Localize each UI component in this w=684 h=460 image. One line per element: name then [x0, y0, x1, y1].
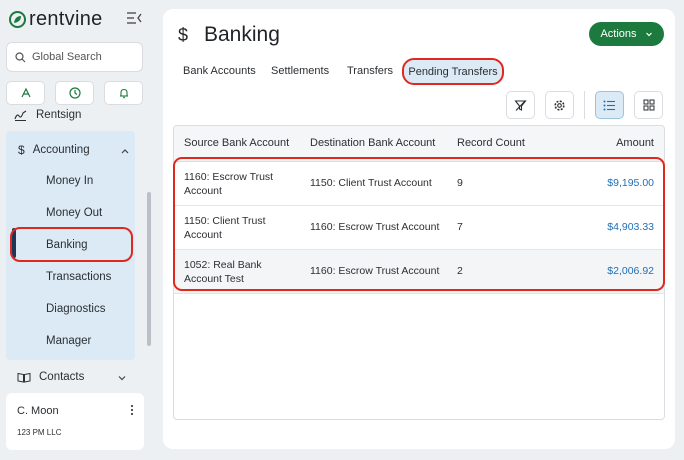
signature-icon — [20, 87, 31, 98]
leaf-logo-icon — [9, 10, 26, 28]
collapse-sidebar-icon[interactable] — [126, 11, 142, 25]
clock-icon — [68, 87, 81, 99]
destination-account-cell: 1160: Escrow Trust Account — [310, 265, 440, 277]
tab-pending-transfers[interactable]: Pending Transfers — [402, 58, 504, 85]
sidebar-item-money-in[interactable]: Money In — [46, 175, 93, 187]
source-account-cell: 1160: Escrow Trust Account — [184, 171, 274, 197]
clear-filter-button[interactable] — [506, 91, 535, 119]
sidebar-item-manager[interactable]: Manager — [46, 335, 91, 347]
kebab-menu-icon[interactable] — [130, 404, 134, 416]
signature-icon — [14, 110, 27, 121]
column-header-record-count[interactable]: Record Count — [457, 137, 525, 149]
column-header-destination[interactable]: Destination Bank Account — [310, 137, 435, 149]
sidebar-item-accounting[interactable]: $ Accounting — [18, 143, 130, 157]
user-card[interactable]: C. Moon 123 PM LLC — [6, 393, 144, 450]
actions-button[interactable]: Actions — [589, 22, 664, 46]
settings-button[interactable] — [545, 91, 574, 119]
sidebar-item-money-out[interactable]: Money Out — [46, 207, 102, 219]
sidebar-item-label: Accounting — [32, 144, 90, 156]
destination-account-cell: 1150: Client Trust Account — [310, 177, 432, 189]
search-input[interactable] — [32, 51, 142, 63]
sidebar-item-label: Rentsign — [36, 109, 82, 121]
chevron-up-icon — [121, 149, 129, 154]
column-header-source[interactable]: Source Bank Account — [184, 137, 289, 149]
column-header-amount[interactable]: Amount — [616, 137, 654, 149]
page-title: $ Banking — [178, 23, 280, 47]
rentsign-quick-button[interactable] — [6, 81, 45, 105]
brand-name: rentvine — [29, 8, 103, 30]
active-indicator — [12, 228, 16, 258]
sidebar-item-contacts[interactable]: Contacts — [17, 371, 127, 383]
gear-icon — [554, 99, 565, 111]
dollar-icon: $ — [18, 143, 25, 157]
table-row[interactable]: 1160: Escrow Trust Account 1150: Client … — [174, 162, 664, 206]
filter-off-icon — [514, 99, 527, 111]
record-count-cell: 9 — [457, 177, 463, 189]
record-count-cell: 7 — [457, 221, 463, 233]
user-name: C. Moon — [17, 405, 59, 417]
sidebar-item-rentsign[interactable]: Rentsign — [14, 109, 81, 121]
table-row[interactable]: 1052: Real Bank Account Test 1160: Escro… — [174, 250, 664, 294]
accounting-group: $ Accounting Money In Money Out Banking … — [6, 131, 135, 360]
source-account-cell: 1150: Client Trust Account — [184, 215, 266, 241]
logo[interactable]: rentvine — [9, 9, 103, 29]
list-icon — [603, 100, 615, 110]
chevron-down-icon — [645, 32, 652, 37]
sidebar-item-banking[interactable]: Banking — [46, 239, 88, 251]
global-search[interactable] — [6, 42, 143, 72]
amount-link[interactable]: $2,006.92 — [607, 265, 654, 277]
sidebar: rentvine Global Search Rentsign $ Accoun… — [0, 0, 152, 460]
sidebar-item-transactions[interactable]: Transactions — [46, 271, 111, 283]
sidebar-item-label: Contacts — [39, 371, 85, 383]
main-panel: $ Banking Actions Bank Accounts Settleme… — [163, 9, 675, 449]
sidebar-item-diagnostics[interactable]: Diagnostics — [46, 303, 105, 315]
search-icon — [15, 51, 26, 62]
sidebar-scrollbar[interactable] — [147, 192, 151, 346]
notifications-quick-button[interactable] — [104, 81, 143, 105]
tab-transfers[interactable]: Transfers — [347, 65, 393, 77]
dollar-icon: $ — [178, 24, 189, 45]
bell-icon — [119, 88, 128, 99]
page-title-text: Banking — [204, 23, 280, 46]
grid-icon — [643, 99, 654, 111]
list-view-button[interactable] — [595, 91, 624, 119]
amount-link[interactable]: $4,903.33 — [607, 221, 654, 233]
source-account-cell: 1052: Real Bank Account Test — [184, 259, 262, 285]
tab-settlements[interactable]: Settlements — [271, 65, 329, 77]
destination-account-cell: 1160: Escrow Trust Account — [310, 221, 440, 233]
table-row[interactable]: 1150: Client Trust Account 1160: Escrow … — [174, 206, 664, 250]
book-icon — [17, 372, 31, 383]
record-count-cell: 2 — [457, 265, 463, 277]
actions-label: Actions — [600, 28, 637, 40]
chevron-down-icon — [118, 376, 126, 381]
grid-view-button[interactable] — [634, 91, 663, 119]
history-quick-button[interactable] — [55, 81, 94, 105]
table-header: Source Bank Account Destination Bank Acc… — [174, 126, 664, 162]
pending-transfers-table: Source Bank Account Destination Bank Acc… — [173, 125, 665, 420]
toolbar-divider — [584, 91, 585, 119]
tab-bank-accounts[interactable]: Bank Accounts — [183, 65, 256, 77]
user-org: 123 PM LLC — [17, 428, 62, 437]
amount-link[interactable]: $9,195.00 — [607, 177, 654, 189]
